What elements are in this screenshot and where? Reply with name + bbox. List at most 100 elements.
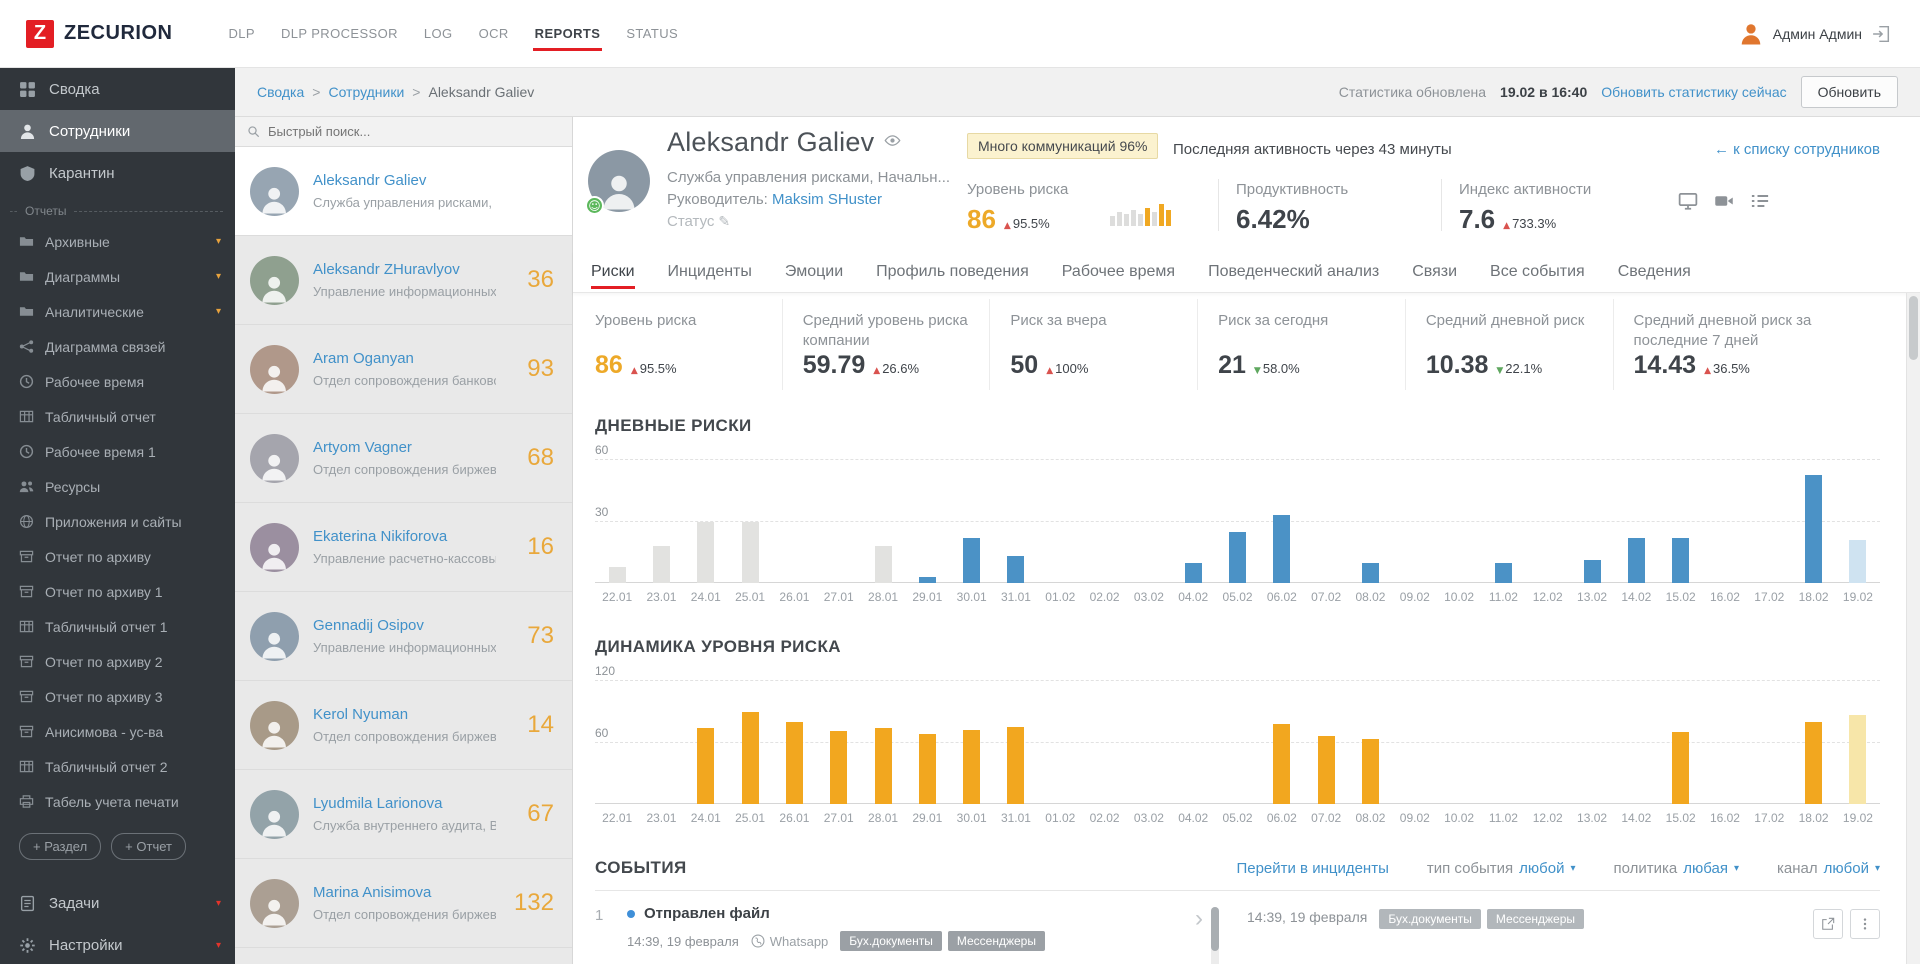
top-nav-ocr[interactable]: OCR: [479, 20, 509, 47]
bar[interactable]: [1406, 748, 1423, 804]
bar[interactable]: [1584, 753, 1601, 804]
sidebar-report-item-4[interactable]: Диаграмма связей: [0, 329, 235, 364]
manager-link[interactable]: Maksim SHuster: [772, 191, 882, 208]
bar[interactable]: [653, 755, 670, 804]
eye-icon[interactable]: [884, 127, 901, 149]
brand-logo[interactable]: Z ZECURION: [0, 19, 172, 48]
bar[interactable]: [1361, 739, 1379, 804]
bar[interactable]: [1583, 560, 1601, 583]
bar[interactable]: [1273, 724, 1291, 804]
sidebar-report-item-7[interactable]: Рабочее время 1: [0, 434, 235, 469]
bar[interactable]: [1184, 563, 1202, 583]
tab-3[interactable]: Эмоции: [785, 255, 843, 289]
employee-name-link[interactable]: Aleksandr ZHuravlyov: [313, 261, 496, 278]
bar[interactable]: [1185, 751, 1202, 804]
employee-name-link[interactable]: Lyudmila Larionova: [313, 795, 496, 812]
employee-name-link[interactable]: Gennadij Osipov: [313, 617, 496, 634]
employee-name-link[interactable]: Aleksandr Galiev: [313, 172, 496, 189]
filter-value[interactable]: любая: [1683, 860, 1728, 877]
employee-list-item[interactable]: Aleksandr ZHuravlyov Управление информаци…: [235, 236, 572, 325]
bar[interactable]: [1140, 755, 1157, 804]
employee-list-item[interactable]: Ekaterina Nikiforova Управление расчетно-…: [235, 503, 572, 592]
employee-name-link[interactable]: Kerol Nyuman: [313, 706, 496, 723]
sidebar-report-item-12[interactable]: Табличный отчет 1: [0, 609, 235, 644]
export-button[interactable]: [1813, 909, 1843, 939]
bar[interactable]: [1007, 727, 1025, 804]
bar[interactable]: [1672, 538, 1690, 583]
sidebar-report-item-9[interactable]: Приложения и сайты: [0, 504, 235, 539]
event-title[interactable]: Отправлен файл: [644, 905, 770, 922]
breadcrumb-item-2[interactable]: Сотрудники: [328, 84, 404, 100]
sidebar-report-item-16[interactable]: Табличный отчет 2: [0, 749, 235, 784]
bar[interactable]: [830, 731, 848, 804]
bar[interactable]: [1761, 751, 1778, 804]
add-section-button[interactable]: + Раздел: [19, 833, 102, 860]
sidebar-report-item-5[interactable]: Рабочее время: [0, 364, 235, 399]
bar[interactable]: [1495, 747, 1512, 804]
tab-9[interactable]: Сведения: [1618, 255, 1691, 289]
employee-list-item[interactable]: Artyom Vagner Отдел сопровождения биржев.…: [235, 414, 572, 503]
sidebar-report-item-15[interactable]: Анисимова - ус-ва: [0, 714, 235, 749]
activity-list-icon[interactable]: [1750, 191, 1770, 211]
sidebar-report-item-14[interactable]: Отчет по архиву 3: [0, 679, 235, 714]
bar[interactable]: [1627, 538, 1645, 583]
monitor-icon[interactable]: [1678, 191, 1698, 211]
bar[interactable]: [741, 522, 759, 583]
bar[interactable]: [652, 546, 670, 583]
main-scrollbar[interactable]: [1906, 293, 1920, 964]
sidebar-bottom-item-2[interactable]: Настройки ▾: [0, 924, 235, 964]
go-to-incidents-link[interactable]: Перейти в инциденты: [1236, 860, 1388, 877]
top-nav-dlp-processor[interactable]: DLP PROCESSOR: [281, 20, 398, 47]
bar[interactable]: [1317, 736, 1335, 804]
employee-list-item[interactable]: Marina Anisimova Отдел сопровождения бирж…: [235, 859, 572, 948]
more-options-button[interactable]: [1850, 909, 1880, 939]
refresh-button[interactable]: Обновить: [1800, 76, 1898, 108]
main-scrollbar-thumb[interactable]: [1909, 296, 1918, 360]
breadcrumb-item-1[interactable]: Сводка: [257, 84, 304, 100]
tab-4[interactable]: Профиль поведения: [876, 255, 1029, 289]
employee-list-item[interactable]: Aram Oganyan Отдел сопровождения банковс.…: [235, 325, 572, 414]
bar[interactable]: [1096, 748, 1113, 804]
event-filter-2[interactable]: политика любая ▾: [1614, 860, 1740, 877]
tab-8[interactable]: Все события: [1490, 255, 1585, 289]
sidebar-item-3[interactable]: Карантин: [0, 152, 235, 194]
top-nav-reports[interactable]: REPORTS: [532, 20, 602, 51]
sidebar-report-item-17[interactable]: Табель учета печати: [0, 784, 235, 819]
bar[interactable]: [1494, 563, 1512, 583]
top-nav-dlp[interactable]: DLP: [228, 20, 255, 47]
tab-7[interactable]: Связи: [1412, 255, 1457, 289]
bar[interactable]: [697, 522, 715, 583]
employee-list-item[interactable]: Kerol Nyuman Отдел сопровождения биржев..…: [235, 681, 572, 770]
employee-list-item[interactable]: Aleksandr Galiev Служба управления рискам…: [235, 147, 572, 236]
bar[interactable]: [1716, 748, 1733, 804]
sidebar-item-2[interactable]: Сотрудники: [0, 110, 235, 152]
sidebar-bottom-item-1[interactable]: Задачи ▾: [0, 882, 235, 924]
sidebar-report-item-6[interactable]: Табличный отчет: [0, 399, 235, 434]
bar[interactable]: [1229, 742, 1246, 804]
user-name[interactable]: Админ Админ: [1773, 26, 1862, 42]
back-to-list-link[interactable]: ← к списку сотрудников: [1714, 141, 1880, 158]
employee-list-item[interactable]: Gennadij Osipov Управление информационных…: [235, 592, 572, 681]
edit-pencil-icon[interactable]: ✎: [718, 214, 730, 230]
event-filter-1[interactable]: тип события любой ▾: [1427, 860, 1576, 877]
bar[interactable]: [1007, 556, 1025, 583]
bar[interactable]: [1672, 732, 1690, 804]
bar[interactable]: [1805, 722, 1823, 804]
employee-name-link[interactable]: Aram Oganyan: [313, 350, 496, 367]
bar[interactable]: [609, 748, 626, 804]
bar[interactable]: [1451, 753, 1468, 804]
bar[interactable]: [918, 734, 936, 804]
tab-5[interactable]: Рабочее время: [1062, 255, 1175, 289]
bar[interactable]: [1805, 475, 1823, 583]
logout-icon[interactable]: [1872, 25, 1890, 43]
bar[interactable]: [874, 728, 892, 804]
refresh-stats-link[interactable]: Обновить статистику сейчас: [1601, 84, 1786, 100]
employee-status[interactable]: Статус ✎: [667, 213, 730, 230]
user-menu[interactable]: Админ Админ: [1739, 22, 1920, 46]
bar[interactable]: [741, 712, 759, 804]
sidebar-report-item-13[interactable]: Отчет по архиву 2: [0, 644, 235, 679]
employee-name-link[interactable]: Ekaterina Nikiforova: [313, 528, 496, 545]
event-filter-3[interactable]: канал любой ▾: [1777, 860, 1880, 877]
camera-icon[interactable]: [1714, 191, 1734, 211]
bar[interactable]: [608, 567, 626, 583]
